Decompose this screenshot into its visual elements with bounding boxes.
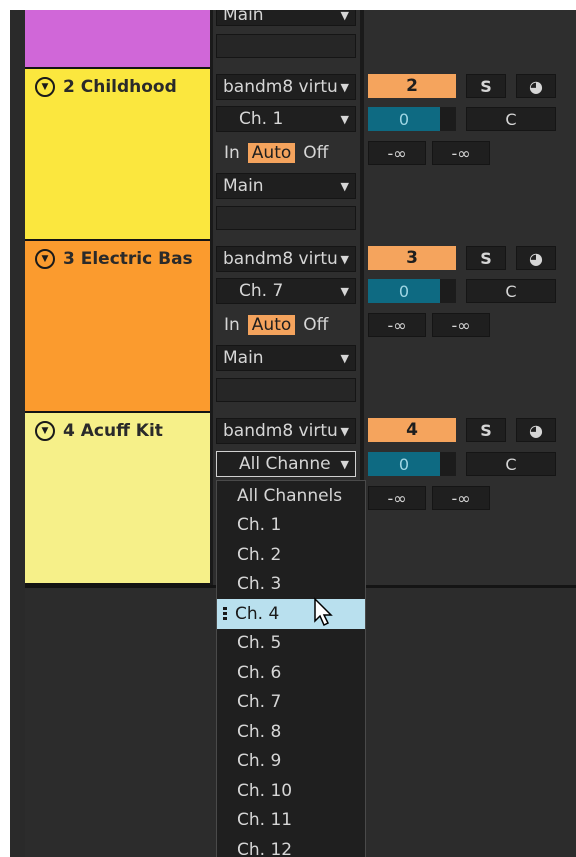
menu-item[interactable]: Ch. 8 (217, 717, 365, 747)
menu-item[interactable]: Ch. 11 (217, 806, 365, 836)
chevron-down-icon: ▼ (340, 252, 349, 266)
send-b-knob[interactable]: -∞ (432, 141, 490, 165)
chevron-down-icon: ▼ (340, 284, 349, 298)
input-type-dropdown[interactable]: bandm8 virtu ▼ (216, 246, 356, 272)
chevron-down-icon: ▼ (340, 351, 349, 365)
send-b-knob[interactable]: -∞ (432, 313, 490, 337)
track-name: 4 Acuff Kit (63, 421, 163, 441)
input-channel-dropdown[interactable]: Ch. 1 ▼ (216, 106, 356, 132)
fold-chevron-icon[interactable]: ▼ (35, 77, 55, 97)
track-name: 3 Electric Bas (63, 249, 193, 269)
track1-header[interactable] (25, 10, 210, 69)
chevron-down-icon: ▼ (340, 10, 349, 22)
fold-chevron-icon[interactable]: ▼ (35, 249, 55, 269)
menu-item[interactable]: Ch. 6 (217, 658, 365, 688)
menu-item[interactable]: All Channels (217, 481, 365, 511)
record-arm-icon[interactable]: ◕ (516, 246, 556, 270)
chevron-down-icon: ▼ (340, 112, 349, 126)
track-name: 2 Childhood (63, 77, 177, 97)
solo-button[interactable]: S (466, 246, 506, 270)
chevron-down-icon: ▼ (340, 424, 349, 438)
send-a-knob[interactable]: -∞ (368, 141, 426, 165)
input-channel-dropdown[interactable]: All Channe ▼ (216, 451, 356, 477)
input-channel-menu: All Channels Ch. 1 Ch. 2 Ch. 3 Ch. 4 Ch.… (216, 480, 366, 857)
input-channel-dropdown[interactable]: Ch. 7 ▼ (216, 278, 356, 304)
volume-trough (440, 452, 456, 476)
record-arm-icon[interactable]: ◕ (516, 74, 556, 98)
monitor-in-button[interactable]: In (220, 315, 244, 335)
track1-output-value: Main (223, 10, 264, 25)
output-dropdown[interactable]: Main ▼ (216, 345, 356, 371)
ableton-session-view: Main ▼ ▼ 2 Childhood bandm8 virtu ▼ Ch. 1… (10, 10, 576, 857)
track-activator-button[interactable]: 4 (368, 418, 456, 442)
track-header[interactable]: ▼ 3 Electric Bas (25, 241, 210, 413)
chevron-down-icon: ▼ (340, 80, 349, 94)
send-a-knob[interactable]: -∞ (368, 313, 426, 337)
mouse-pointer-icon (314, 597, 333, 627)
volume-slider[interactable]: 0 (368, 452, 440, 476)
record-arm-icon[interactable]: ◕ (516, 418, 556, 442)
menu-item[interactable]: Ch. 12 (217, 835, 365, 857)
pan-knob[interactable]: C (466, 452, 556, 476)
menu-item[interactable]: Ch. 1 (217, 511, 365, 541)
track-header[interactable]: ▼ 4 Acuff Kit (25, 413, 210, 585)
track-header[interactable]: ▼ 2 Childhood (25, 69, 210, 241)
menu-item[interactable]: Ch. 3 (217, 570, 365, 600)
track-activator-button[interactable]: 2 (368, 74, 456, 98)
solo-button[interactable]: S (466, 418, 506, 442)
chevron-down-icon: ▼ (340, 457, 349, 471)
monitor-off-button[interactable]: Off (299, 143, 332, 163)
monitor-switch: In Auto Off (220, 140, 360, 166)
send-a-knob[interactable]: -∞ (368, 486, 426, 510)
fold-chevron-icon[interactable]: ▼ (35, 421, 55, 441)
output-channel-slot[interactable] (216, 378, 356, 402)
pan-knob[interactable]: C (466, 107, 556, 131)
monitor-auto-button[interactable]: Auto (247, 143, 296, 163)
menu-item[interactable]: Ch. 10 (217, 776, 365, 806)
track1-output-dropdown[interactable]: Main ▼ (216, 10, 356, 26)
output-dropdown[interactable]: Main ▼ (216, 173, 356, 199)
monitor-off-button[interactable]: Off (299, 315, 332, 335)
menu-item[interactable]: Ch. 5 (217, 629, 365, 659)
output-channel-slot[interactable] (216, 206, 356, 230)
monitor-switch: In Auto Off (220, 312, 360, 338)
track1-mixer-section (364, 10, 576, 69)
chevron-down-icon: ▼ (340, 179, 349, 193)
menu-item-selected[interactable]: Ch. 4 (217, 597, 365, 629)
menu-item[interactable]: Ch. 9 (217, 747, 365, 777)
send-b-knob[interactable]: -∞ (432, 486, 490, 510)
monitor-in-button[interactable]: In (220, 143, 244, 163)
column-divider (210, 10, 213, 585)
input-type-dropdown[interactable]: bandm8 virtu ▼ (216, 74, 356, 100)
track-activator-button[interactable]: 3 (368, 246, 456, 270)
selection-marker-icon (223, 606, 227, 621)
solo-button[interactable]: S (466, 74, 506, 98)
volume-slider[interactable]: 0 (368, 107, 440, 131)
menu-item[interactable]: Ch. 7 (217, 688, 365, 718)
track1-empty-slot[interactable] (216, 34, 356, 58)
input-type-dropdown[interactable]: bandm8 virtu ▼ (216, 418, 356, 444)
volume-trough (440, 107, 456, 131)
monitor-auto-button[interactable]: Auto (247, 315, 296, 335)
volume-trough (440, 279, 456, 303)
menu-item[interactable]: Ch. 2 (217, 540, 365, 570)
volume-slider[interactable]: 0 (368, 279, 440, 303)
pan-knob[interactable]: C (466, 279, 556, 303)
